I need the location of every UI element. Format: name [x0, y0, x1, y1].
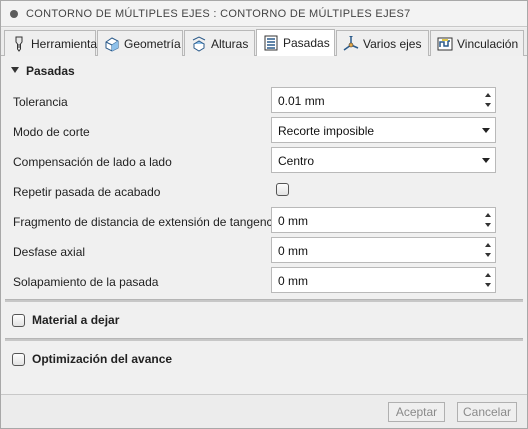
spin-up-icon[interactable] [485, 213, 491, 217]
axial-offset-stepper[interactable] [481, 238, 495, 262]
tab-herramienta[interactable]: Herramienta [4, 30, 98, 56]
cutting-mode-row: Modo de corte Recorte imposible [1, 117, 527, 145]
repeat-finish-checkbox[interactable] [276, 183, 289, 196]
axial-offset-value: 0 mm [278, 244, 308, 258]
dialog-footer: Aceptar Cancelar [1, 394, 527, 428]
axial-offset-label: Desfase axial [13, 245, 86, 259]
tab-label: Vinculación [457, 37, 519, 51]
tolerance-label: Tolerancia [13, 95, 68, 109]
tab-label: Herramienta [31, 37, 98, 51]
tangential-ext-stepper[interactable] [481, 208, 495, 232]
tangential-ext-row: Fragmento de distancia de extensión de t… [1, 207, 527, 235]
passes-section-header[interactable]: Pasadas [1, 58, 527, 84]
sideways-comp-select[interactable]: Centro [271, 147, 496, 173]
pass-overlap-input[interactable]: 0 mm [271, 267, 496, 293]
tab-label: Varios ejes [363, 37, 422, 51]
sideways-comp-label: Compensación de lado a lado [13, 155, 172, 169]
tolerance-row: Tolerancia 0.01 mm [1, 87, 527, 115]
accept-button[interactable]: Aceptar [388, 402, 445, 422]
window-title: CONTORNO DE MÚLTIPLES EJES : CONTORNO DE… [26, 8, 411, 20]
tool-icon [15, 36, 23, 52]
heights-icon [192, 36, 206, 52]
passes-icon [264, 35, 278, 51]
window-dot-icon [10, 10, 18, 18]
feed-optimization-checkbox[interactable] [12, 353, 25, 366]
feed-optimization-section-header[interactable]: Optimización del avance [1, 347, 527, 373]
cutting-mode-select[interactable]: Recorte imposible [271, 117, 496, 143]
pass-overlap-row: Solapamiento de la pasada 0 mm [1, 267, 527, 295]
pass-overlap-stepper[interactable] [481, 268, 495, 292]
sideways-comp-row: Compensación de lado a lado Centro [1, 147, 527, 175]
pass-overlap-label: Solapamiento de la pasada [13, 275, 159, 289]
spin-up-icon[interactable] [485, 243, 491, 247]
spin-up-icon[interactable] [485, 273, 491, 277]
axial-offset-row: Desfase axial 0 mm [1, 237, 527, 265]
tab-pasadas[interactable]: Pasadas [256, 29, 335, 56]
tangential-ext-label: Fragmento de distancia de extensión de t… [13, 215, 285, 229]
tolerance-input[interactable]: 0.01 mm [271, 87, 496, 113]
tab-bar: Herramienta Geometría Alturas Pasadas Va… [1, 28, 527, 56]
repeat-finish-row: Repetir pasada de acabado [1, 177, 527, 205]
section-divider [5, 338, 523, 341]
dropdown-arrow-icon[interactable] [482, 128, 490, 133]
stock-to-leave-section-header[interactable]: Material a dejar [1, 307, 527, 333]
cancel-button[interactable]: Cancelar [457, 402, 517, 422]
tab-geometria[interactable]: Geometría [97, 30, 183, 56]
spin-down-icon[interactable] [485, 103, 491, 107]
section-title: Pasadas [26, 64, 75, 78]
geometry-icon [105, 37, 119, 52]
axial-offset-input[interactable]: 0 mm [271, 237, 496, 263]
spin-down-icon[interactable] [485, 283, 491, 287]
cutting-mode-label: Modo de corte [13, 125, 90, 139]
tolerance-stepper[interactable] [481, 88, 495, 112]
linking-icon [437, 37, 453, 51]
tab-label: Pasadas [283, 36, 330, 50]
tolerance-value: 0.01 mm [278, 94, 325, 108]
tab-alturas[interactable]: Alturas [184, 30, 255, 56]
spin-down-icon[interactable] [485, 223, 491, 227]
collapse-triangle-icon[interactable] [11, 67, 19, 73]
tab-label: Alturas [211, 37, 249, 51]
tab-vinculacion[interactable]: Vinculación [430, 30, 524, 56]
sideways-comp-value: Centro [278, 154, 315, 168]
section-divider [5, 299, 523, 302]
stock-to-leave-checkbox[interactable] [12, 314, 25, 327]
section-title: Material a dejar [32, 313, 120, 327]
operation-dialog: CONTORNO DE MÚLTIPLES EJES : CONTORNO DE… [0, 0, 528, 429]
pass-overlap-value: 0 mm [278, 274, 308, 288]
tangential-ext-value: 0 mm [278, 214, 308, 228]
section-title: Optimización del avance [32, 352, 173, 366]
spin-down-icon[interactable] [485, 253, 491, 257]
cutting-mode-value: Recorte imposible [278, 124, 375, 138]
dropdown-arrow-icon[interactable] [482, 158, 490, 163]
title-bar[interactable]: CONTORNO DE MÚLTIPLES EJES : CONTORNO DE… [1, 1, 527, 27]
tab-label: Geometría [124, 37, 181, 51]
tangential-ext-input[interactable]: 0 mm [271, 207, 496, 233]
multi-axis-icon [343, 36, 359, 51]
repeat-finish-label: Repetir pasada de acabado [13, 185, 161, 199]
spin-up-icon[interactable] [485, 93, 491, 97]
tab-varios-ejes[interactable]: Varios ejes [336, 30, 429, 56]
